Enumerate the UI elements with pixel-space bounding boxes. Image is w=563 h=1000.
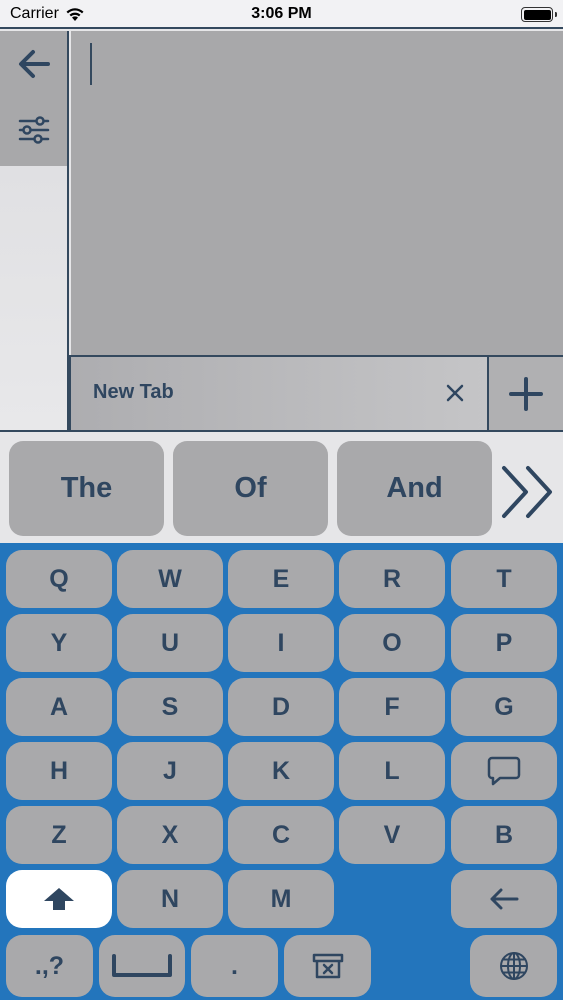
settings-button[interactable] bbox=[0, 97, 67, 163]
status-time: 3:06 PM bbox=[251, 5, 312, 22]
key-a[interactable]: A bbox=[6, 678, 112, 736]
clear-key[interactable] bbox=[284, 935, 371, 997]
key-l[interactable]: L bbox=[339, 742, 445, 800]
add-tab-button[interactable] bbox=[489, 357, 563, 430]
key-u[interactable]: U bbox=[117, 614, 223, 672]
key-w[interactable]: W bbox=[117, 550, 223, 608]
key-v[interactable]: V bbox=[339, 806, 445, 864]
key-z[interactable]: Z bbox=[6, 806, 112, 864]
sliders-icon bbox=[18, 116, 49, 144]
text-input-area[interactable] bbox=[71, 31, 563, 355]
key-p[interactable]: P bbox=[451, 614, 557, 672]
key-n[interactable]: N bbox=[117, 870, 223, 928]
shift-key[interactable] bbox=[6, 870, 112, 928]
space-key[interactable] bbox=[99, 935, 185, 997]
text-cursor bbox=[90, 43, 92, 85]
key-q[interactable]: Q bbox=[6, 550, 112, 608]
arrow-left-icon bbox=[18, 50, 50, 78]
suggestion-button[interactable]: Of bbox=[173, 441, 328, 536]
punctuation-key[interactable]: .,? bbox=[6, 935, 93, 997]
key-m[interactable]: M bbox=[228, 870, 334, 928]
key-o[interactable]: O bbox=[339, 614, 445, 672]
key-y[interactable]: Y bbox=[6, 614, 112, 672]
double-chevron-right-icon bbox=[502, 466, 552, 518]
key-e[interactable]: E bbox=[228, 550, 334, 608]
suggestion-button[interactable]: The bbox=[9, 441, 164, 536]
key-d[interactable]: D bbox=[228, 678, 334, 736]
back-button[interactable] bbox=[0, 31, 67, 97]
shift-icon bbox=[44, 888, 74, 910]
key-t[interactable]: T bbox=[451, 550, 557, 608]
speak-button[interactable] bbox=[451, 742, 557, 800]
tab-label: New Tab bbox=[93, 381, 174, 403]
plus-icon bbox=[509, 376, 543, 411]
key-i[interactable]: I bbox=[228, 614, 334, 672]
word-suggestion-bar: The Of And bbox=[0, 430, 563, 543]
key-b[interactable]: B bbox=[451, 806, 557, 864]
tab-bar: New Tab bbox=[69, 355, 563, 430]
key-g[interactable]: G bbox=[451, 678, 557, 736]
keyboard: Q W E R T Y U I O P A S D F G H J K L Z … bbox=[0, 543, 563, 1000]
key-x[interactable]: X bbox=[117, 806, 223, 864]
key-h[interactable]: H bbox=[6, 742, 112, 800]
backspace-key[interactable] bbox=[451, 870, 557, 928]
status-bar: Carrier 3:06 PM bbox=[0, 0, 563, 29]
key-k[interactable]: K bbox=[228, 742, 334, 800]
toolbar-button-group bbox=[0, 31, 67, 166]
speech-bubble-icon bbox=[487, 756, 521, 786]
more-suggestions-button[interactable] bbox=[496, 457, 558, 527]
left-toolbar bbox=[0, 31, 69, 430]
space-bar-icon bbox=[112, 954, 172, 977]
tab-close-button[interactable] bbox=[443, 381, 467, 405]
period-key[interactable]: . bbox=[191, 935, 278, 997]
key-r[interactable]: R bbox=[339, 550, 445, 608]
key-s[interactable]: S bbox=[117, 678, 223, 736]
battery-icon bbox=[521, 7, 557, 22]
tab-new-tab[interactable]: New Tab bbox=[69, 357, 489, 430]
globe-icon bbox=[499, 952, 528, 980]
language-key[interactable] bbox=[470, 935, 557, 997]
key-f[interactable]: F bbox=[339, 678, 445, 736]
key-j[interactable]: J bbox=[117, 742, 223, 800]
close-icon bbox=[446, 384, 464, 402]
clear-box-icon bbox=[312, 953, 343, 979]
key-c[interactable]: C bbox=[228, 806, 334, 864]
backspace-arrow-icon bbox=[490, 888, 519, 910]
suggestion-button[interactable]: And bbox=[337, 441, 492, 536]
